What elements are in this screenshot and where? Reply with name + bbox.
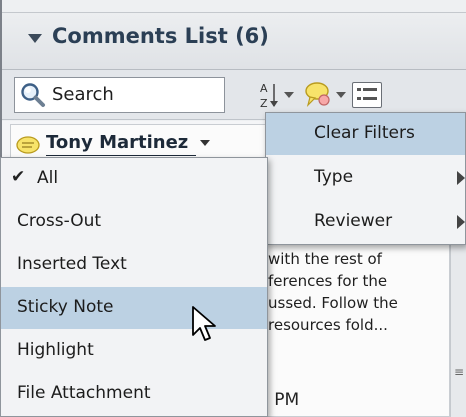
menu-item-reviewer[interactable]: Reviewer xyxy=(266,201,465,243)
mouse-cursor-icon xyxy=(192,306,216,341)
options-list-icon[interactable] xyxy=(352,82,382,108)
menu-item-label: Sticky Note xyxy=(17,297,114,317)
sort-dropdown-caret-icon[interactable] xyxy=(284,92,294,98)
menu-item-sticky-note[interactable]: Sticky Note xyxy=(1,287,267,329)
comment-author[interactable]: Tony Martinez xyxy=(46,132,188,153)
resize-grip-icon[interactable]: ≡ xyxy=(454,365,464,379)
sticky-note-icon xyxy=(16,136,40,154)
menu-item-label: Clear Filters xyxy=(314,123,415,143)
menu-item-type[interactable]: Type xyxy=(266,157,465,199)
svg-text:Z: Z xyxy=(260,97,268,110)
comment-text-line: with the rest of xyxy=(268,250,382,268)
submenu-arrow-icon xyxy=(457,215,465,229)
filter-comments-icon[interactable] xyxy=(302,80,332,110)
menu-item-label: All xyxy=(37,168,59,188)
comment-text-line: ussed. Follow the xyxy=(268,294,398,312)
svg-text:A: A xyxy=(260,82,268,95)
comment-text-line: ferences for the xyxy=(268,272,388,290)
collapse-triangle-icon[interactable] xyxy=(28,34,42,43)
menu-item-label: Cross-Out xyxy=(17,211,102,231)
filter-dropdown-caret-icon[interactable] xyxy=(336,92,346,98)
filter-menu: Clear Filters Type Reviewer xyxy=(265,112,466,245)
checkmark-icon: ✔ xyxy=(11,167,26,187)
menu-item-label: Type xyxy=(314,167,354,187)
sort-icon[interactable]: A Z xyxy=(258,80,280,110)
comments-list-title: Comments List (6) xyxy=(52,24,269,48)
menu-item-label: Highlight xyxy=(17,340,94,360)
menu-item-all[interactable]: ✔ All xyxy=(1,158,267,200)
menu-item-clear-filters[interactable]: Clear Filters xyxy=(266,113,465,155)
type-filter-submenu: ✔ All Cross-Out Inserted Text Sticky Not… xyxy=(0,157,268,417)
author-dropdown-caret-icon[interactable] xyxy=(200,140,210,146)
menu-item-file-attachment[interactable]: File Attachment xyxy=(1,373,267,415)
menu-item-highlight[interactable]: Highlight xyxy=(1,330,267,372)
menu-item-label: File Attachment xyxy=(17,383,151,403)
menu-item-label: Inserted Text xyxy=(17,254,127,274)
menu-item-label: Reviewer xyxy=(314,211,393,231)
search-placeholder: Search xyxy=(52,84,114,105)
comment-text-line: resources fold... xyxy=(268,316,388,334)
menu-item-cross-out[interactable]: Cross-Out xyxy=(1,201,267,243)
author-underline xyxy=(46,155,196,156)
menu-item-inserted-text[interactable]: Inserted Text xyxy=(1,244,267,286)
submenu-arrow-icon xyxy=(457,171,465,185)
search-icon xyxy=(21,83,45,107)
